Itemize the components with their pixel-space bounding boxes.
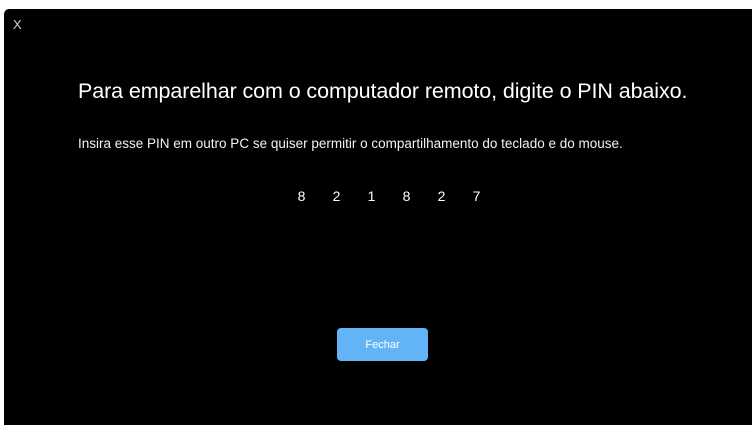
pin-digit: 8 bbox=[297, 188, 306, 204]
pin-digit: 2 bbox=[332, 188, 341, 204]
close-button[interactable]: Fechar bbox=[337, 328, 428, 361]
pin-digit: 7 bbox=[472, 188, 481, 204]
pin-pairing-dialog: X Para emparelhar com o computador remot… bbox=[4, 9, 752, 425]
dialog-heading: Para emparelhar com o computador remoto,… bbox=[78, 79, 688, 103]
dialog-instructions: Insira esse PIN em outro PC se quiser pe… bbox=[78, 136, 623, 151]
pin-digit: 1 bbox=[367, 188, 376, 204]
pin-code: 8 2 1 8 2 7 bbox=[284, 187, 494, 205]
close-icon[interactable]: X bbox=[13, 18, 22, 32]
pin-digit: 2 bbox=[437, 188, 446, 204]
pin-digit: 8 bbox=[402, 188, 411, 204]
